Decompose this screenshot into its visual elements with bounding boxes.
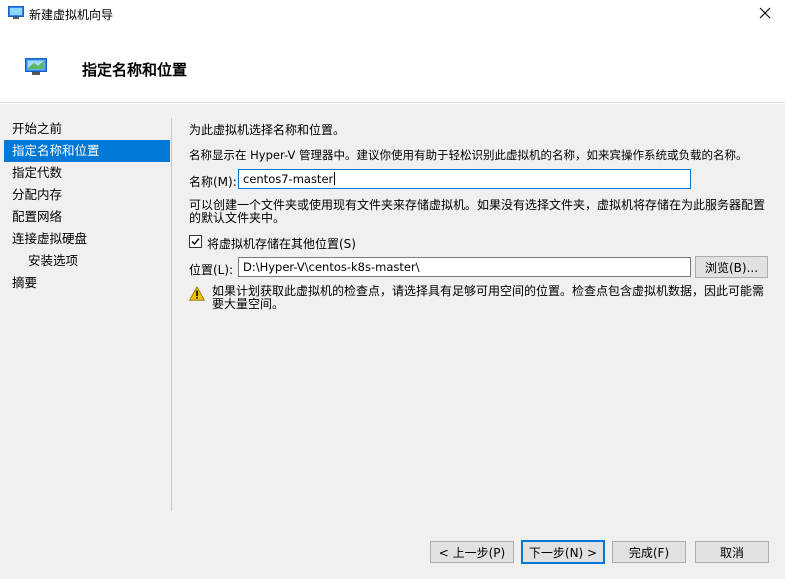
browse-button[interactable]: 浏览(B)... — [695, 256, 768, 278]
nav-item-summary[interactable]: 摘要 — [4, 272, 170, 294]
name-input-value: centos7-master — [243, 172, 334, 186]
nav-item-assign-memory[interactable]: 分配内存 — [4, 184, 170, 206]
location-input-value: D:\Hyper-V\centos-k8s-master\ — [243, 260, 420, 274]
warning-text: 如果计划获取此虚拟机的检查点，请选择具有足够可用空间的位置。检查点包含虚拟机数据… — [212, 284, 765, 311]
nav-item-configure-networking[interactable]: 配置网络 — [4, 206, 170, 228]
wizard-footer: < 上一步(P) 下一步(N) > 完成(F) 取消 — [0, 523, 785, 579]
hyperv-app-icon — [8, 6, 24, 20]
text-caret — [334, 172, 336, 185]
intro-text: 为此虚拟机选择名称和位置。 — [189, 123, 346, 137]
window-title: 新建虚拟机向导 — [29, 8, 114, 22]
title-bar: 新建虚拟机向导 — [0, 0, 785, 28]
close-icon — [759, 7, 771, 22]
virtual-machine-icon — [25, 58, 47, 76]
nav-item-specify-generation[interactable]: 指定代数 — [4, 162, 170, 184]
wizard-steps-nav: 开始之前 指定名称和位置 指定代数 分配内存 配置网络 连接虚拟硬盘 安装选项 … — [4, 118, 170, 294]
wizard-header: 指定名称和位置 — [0, 28, 785, 103]
content-area: 开始之前 指定名称和位置 指定代数 分配内存 配置网络 连接虚拟硬盘 安装选项 … — [0, 104, 785, 523]
store-elsewhere-checkbox[interactable] — [189, 235, 202, 248]
nav-item-installation-options[interactable]: 安装选项 — [4, 250, 170, 272]
close-button[interactable] — [745, 0, 785, 28]
main-panel: 为此虚拟机选择名称和位置。 名称显示在 Hyper-V 管理器中。建议你使用有助… — [188, 104, 774, 523]
previous-button[interactable]: < 上一步(P) — [430, 541, 514, 563]
store-elsewhere-label[interactable]: 将虚拟机存储在其他位置(S) — [207, 235, 356, 252]
finish-button[interactable]: 完成(F) — [612, 541, 686, 563]
next-button[interactable]: 下一步(N) > — [521, 540, 605, 564]
warning-icon — [188, 285, 206, 301]
name-input[interactable]: centos7-master — [238, 169, 691, 189]
location-label: 位置(L): — [189, 263, 234, 277]
folder-description: 可以创建一个文件夹或使用现有文件夹来存储虚拟机。如果没有选择文件夹，虚拟机将存储… — [189, 198, 766, 225]
checkmark-icon — [191, 238, 200, 246]
nav-item-connect-virtual-disk[interactable]: 连接虚拟硬盘 — [4, 228, 170, 250]
nav-divider — [171, 118, 172, 511]
nav-item-specify-name-location[interactable]: 指定名称和位置 — [4, 140, 170, 162]
page-title: 指定名称和位置 — [82, 61, 188, 79]
name-label: 名称(M): — [189, 175, 237, 189]
nav-item-before-you-begin[interactable]: 开始之前 — [4, 118, 170, 140]
name-description: 名称显示在 Hyper-V 管理器中。建议你使用有助于轻松识别此虚拟机的名称，如… — [189, 148, 748, 162]
cancel-button[interactable]: 取消 — [695, 541, 769, 563]
location-input[interactable]: D:\Hyper-V\centos-k8s-master\ — [238, 257, 691, 277]
